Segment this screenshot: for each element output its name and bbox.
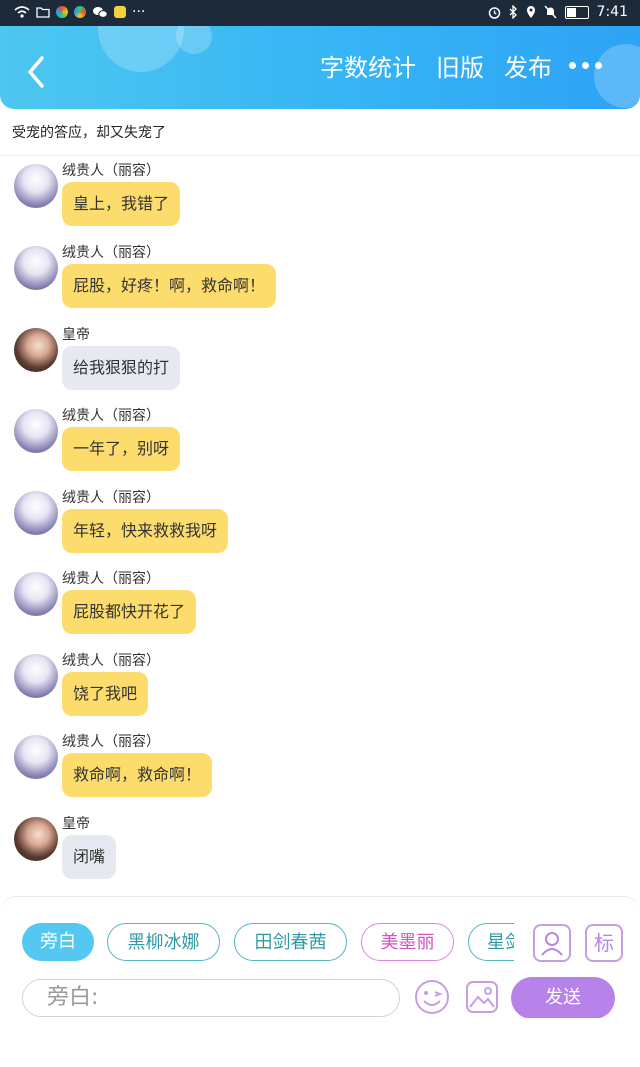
speaker-name: 绒贵人（丽容）	[62, 734, 160, 750]
avatar	[14, 328, 58, 372]
status-time: 7:41	[596, 4, 628, 20]
status-bar: ··· 7:41	[0, 0, 640, 26]
message-bubble[interactable]: 救命啊，救命啊！	[62, 753, 213, 797]
story-subtitle: 受宠的答应，却又失宠了	[12, 125, 166, 141]
app-notification-icon	[74, 6, 86, 18]
bluetooth-icon	[509, 5, 517, 19]
character-chip[interactable]: 美墨丽	[361, 923, 454, 961]
speaker-name: 绒贵人（丽容）	[62, 408, 160, 424]
chevron-left-icon	[28, 56, 44, 88]
avatar	[14, 409, 58, 453]
speaker-name: 绒贵人（丽容）	[62, 571, 160, 587]
character-chip[interactable]: 田剑春茜	[234, 923, 347, 961]
message-bubble[interactable]: 闭嘴	[62, 835, 117, 879]
speaker-name: 绒贵人（丽容）	[62, 490, 160, 506]
publish-button[interactable]: 发布	[504, 48, 552, 88]
character-chip[interactable]: 黑柳冰娜	[107, 923, 220, 961]
character-chip[interactable]: 星剑	[468, 923, 514, 961]
wifi-icon	[14, 6, 30, 18]
back-button[interactable]	[22, 54, 52, 90]
avatar	[14, 654, 58, 698]
avatar	[14, 735, 58, 779]
image-button[interactable]	[464, 979, 500, 1015]
speaker-name: 绒贵人（丽容）	[62, 163, 160, 179]
avatar	[14, 817, 58, 861]
emoji-button[interactable]	[414, 979, 450, 1015]
decorative-bubble	[594, 44, 640, 108]
more-notifications-icon: ···	[132, 4, 146, 20]
decorative-bubble	[98, 26, 184, 72]
speaker-name: 绒贵人（丽容）	[62, 245, 160, 261]
wechat-icon	[93, 6, 108, 18]
send-button[interactable]: 发送	[511, 977, 615, 1019]
speaker-name: 皇帝	[62, 816, 90, 832]
image-icon	[466, 981, 498, 1013]
speaker-name: 皇帝	[62, 327, 90, 343]
message-bubble[interactable]: 一年了，别呀	[62, 427, 181, 471]
app-header: 字数统计 旧版 发布	[0, 26, 640, 109]
app-notification-icon	[56, 6, 68, 18]
alarm-icon	[488, 6, 500, 19]
character-chips: 旁白 黑柳冰娜 田剑春茜 美墨丽 星剑	[22, 923, 514, 965]
character-chip-narrator[interactable]: 旁白	[22, 923, 94, 961]
message-bubble[interactable]: 屁股，好疼！啊，救命啊！	[62, 264, 277, 308]
folder-icon	[36, 7, 50, 18]
character-manager-button[interactable]	[533, 924, 571, 962]
avatar	[14, 491, 58, 535]
mute-icon	[543, 5, 557, 19]
message-bubble[interactable]: 饶了我吧	[62, 672, 149, 716]
more-dot-icon	[582, 62, 589, 69]
app-notification-icon	[114, 6, 126, 18]
more-options-button[interactable]	[569, 62, 602, 69]
message-bubble[interactable]: 年轻，快来救救我呀	[62, 509, 229, 553]
avatar	[14, 246, 58, 290]
message-input[interactable]: 旁白:	[22, 979, 400, 1017]
battery-icon	[564, 5, 589, 19]
person-icon	[541, 932, 563, 956]
speaker-name: 绒贵人（丽容）	[62, 653, 160, 669]
avatar	[14, 572, 58, 616]
location-icon	[526, 6, 535, 18]
message-bubble[interactable]: 给我狠狠的打	[62, 346, 181, 390]
tag-button[interactable]: 标	[585, 924, 623, 962]
word-count-button[interactable]: 字数统计	[320, 48, 416, 88]
bottom-spacer	[0, 1018, 640, 1066]
more-dot-icon	[595, 62, 602, 69]
more-dot-icon	[569, 62, 576, 69]
decorative-bubble	[176, 26, 212, 54]
smiley-icon	[415, 980, 449, 1014]
avatar	[14, 164, 58, 208]
message-bubble[interactable]: 皇上，我错了	[62, 182, 181, 226]
old-version-button[interactable]: 旧版	[436, 48, 484, 88]
divider	[0, 155, 640, 156]
message-bubble[interactable]: 屁股都快开花了	[62, 590, 197, 634]
